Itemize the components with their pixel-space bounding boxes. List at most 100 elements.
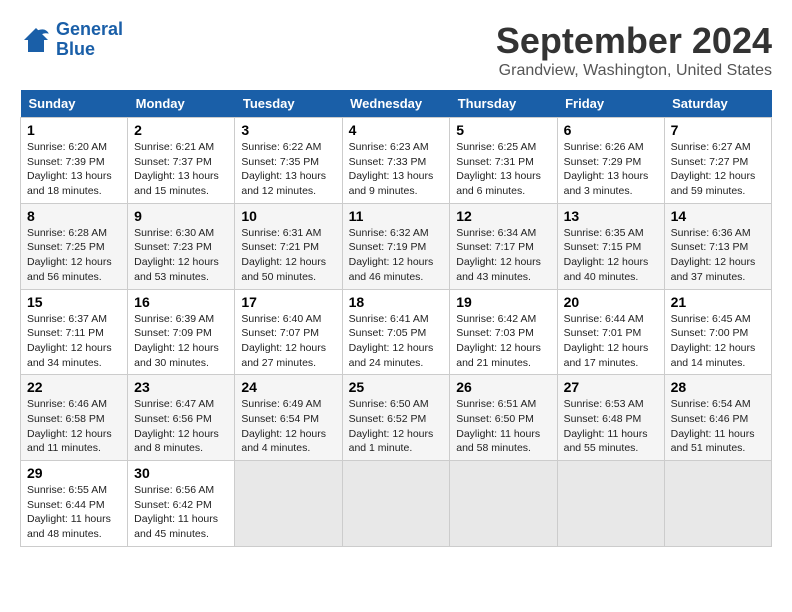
logo: General Blue — [20, 20, 123, 60]
calendar-cell — [450, 461, 557, 547]
calendar-cell: 7Sunrise: 6:27 AMSunset: 7:27 PMDaylight… — [664, 118, 771, 204]
column-header-friday: Friday — [557, 90, 664, 118]
calendar-cell: 6 Sunrise: 6:26 AMSunset: 7:29 PMDaylight… — [557, 118, 664, 204]
calendar-cell — [557, 461, 664, 547]
day-number: 30 — [134, 465, 228, 481]
calendar-cell: 19Sunrise: 6:42 AMSunset: 7:03 PMDayligh… — [450, 289, 557, 375]
day-info: Sunrise: 6:53 AMSunset: 6:48 PMDaylight:… — [564, 397, 658, 456]
day-number: 18 — [349, 294, 444, 310]
day-number: 25 — [349, 379, 444, 395]
column-header-thursday: Thursday — [450, 90, 557, 118]
calendar-cell: 14 Sunrise: 6:36 AMSunset: 7:13 PMDayligh… — [664, 203, 771, 289]
day-info: Sunrise: 6:26 AMSunset: 7:29 PMDaylight:… — [564, 140, 658, 199]
calendar-cell: 27 Sunrise: 6:53 AMSunset: 6:48 PMDayligh… — [557, 375, 664, 461]
calendar-header-row: SundayMondayTuesdayWednesdayThursdayFrid… — [21, 90, 772, 118]
calendar-cell: 26Sunrise: 6:51 AMSunset: 6:50 PMDayligh… — [450, 375, 557, 461]
day-info: Sunrise: 6:36 AMSunset: 7:13 PMDaylight:… — [671, 226, 765, 285]
day-number: 8 — [27, 208, 121, 224]
day-number: 24 — [241, 379, 335, 395]
day-number: 21 — [671, 294, 765, 310]
day-number: 20 — [564, 294, 658, 310]
day-info: Sunrise: 6:49 AMSunset: 6:54 PMDaylight:… — [241, 397, 335, 456]
day-number: 4 — [349, 122, 444, 138]
week-row-1: 1Sunrise: 6:20 AMSunset: 7:39 PMDaylight… — [21, 118, 772, 204]
day-info: Sunrise: 6:20 AMSunset: 7:39 PMDaylight:… — [27, 140, 121, 199]
logo-icon — [20, 24, 52, 56]
day-number: 27 — [564, 379, 658, 395]
day-info: Sunrise: 6:25 AMSunset: 7:31 PMDaylight:… — [456, 140, 550, 199]
month-title: September 2024 — [496, 20, 772, 62]
calendar-cell: 4 Sunrise: 6:23 AMSunset: 7:33 PMDaylight… — [342, 118, 450, 204]
calendar-cell: 18 Sunrise: 6:41 AMSunset: 7:05 PMDayligh… — [342, 289, 450, 375]
calendar-cell: 1Sunrise: 6:20 AMSunset: 7:39 PMDaylight… — [21, 118, 128, 204]
calendar-cell: 24 Sunrise: 6:49 AMSunset: 6:54 PMDayligh… — [235, 375, 342, 461]
logo-text: General Blue — [56, 20, 123, 60]
calendar-cell: 22 Sunrise: 6:46 AMSunset: 6:58 PMDayligh… — [21, 375, 128, 461]
calendar-cell: 9 Sunrise: 6:30 AMSunset: 7:23 PMDaylight… — [128, 203, 235, 289]
calendar-cell: 10 Sunrise: 6:31 AMSunset: 7:21 PMDayligh… — [235, 203, 342, 289]
calendar-cell: 20 Sunrise: 6:44 AMSunset: 7:01 PMDayligh… — [557, 289, 664, 375]
day-info: Sunrise: 6:41 AMSunset: 7:05 PMDaylight:… — [349, 312, 444, 371]
calendar-cell — [342, 461, 450, 547]
week-row-4: 22 Sunrise: 6:46 AMSunset: 6:58 PMDayligh… — [21, 375, 772, 461]
day-info: Sunrise: 6:47 AMSunset: 6:56 PMDaylight:… — [134, 397, 228, 456]
column-header-tuesday: Tuesday — [235, 90, 342, 118]
calendar-cell: 25 Sunrise: 6:50 AMSunset: 6:52 PMDayligh… — [342, 375, 450, 461]
day-info: Sunrise: 6:21 AMSunset: 7:37 PMDaylight:… — [134, 140, 228, 199]
day-number: 3 — [241, 122, 335, 138]
calendar-table: SundayMondayTuesdayWednesdayThursdayFrid… — [20, 90, 772, 547]
calendar-body: 1Sunrise: 6:20 AMSunset: 7:39 PMDaylight… — [21, 118, 772, 547]
page-header: General Blue September 2024 Grandview, W… — [20, 20, 772, 80]
calendar-cell: 12 Sunrise: 6:34 AMSunset: 7:17 PMDayligh… — [450, 203, 557, 289]
day-info: Sunrise: 6:32 AMSunset: 7:19 PMDaylight:… — [349, 226, 444, 285]
column-header-wednesday: Wednesday — [342, 90, 450, 118]
week-row-5: 29Sunrise: 6:55 AMSunset: 6:44 PMDayligh… — [21, 461, 772, 547]
day-info: Sunrise: 6:55 AMSunset: 6:44 PMDaylight:… — [27, 483, 121, 542]
calendar-cell: 16 Sunrise: 6:39 AMSunset: 7:09 PMDayligh… — [128, 289, 235, 375]
day-info: Sunrise: 6:28 AMSunset: 7:25 PMDaylight:… — [27, 226, 121, 285]
day-number: 14 — [671, 208, 765, 224]
day-info: Sunrise: 6:45 AMSunset: 7:00 PMDaylight:… — [671, 312, 765, 371]
calendar-cell: 21 Sunrise: 6:45 AMSunset: 7:00 PMDayligh… — [664, 289, 771, 375]
day-info: Sunrise: 6:39 AMSunset: 7:09 PMDaylight:… — [134, 312, 228, 371]
calendar-cell: 3 Sunrise: 6:22 AMSunset: 7:35 PMDaylight… — [235, 118, 342, 204]
calendar-cell: 28 Sunrise: 6:54 AMSunset: 6:46 PMDayligh… — [664, 375, 771, 461]
calendar-cell: 23 Sunrise: 6:47 AMSunset: 6:56 PMDayligh… — [128, 375, 235, 461]
column-header-monday: Monday — [128, 90, 235, 118]
day-number: 15 — [27, 294, 121, 310]
day-number: 17 — [241, 294, 335, 310]
day-number: 5 — [456, 122, 550, 138]
day-info: Sunrise: 6:42 AMSunset: 7:03 PMDaylight:… — [456, 312, 550, 371]
calendar-cell: 30Sunrise: 6:56 AMSunset: 6:42 PMDayligh… — [128, 461, 235, 547]
calendar-cell — [235, 461, 342, 547]
day-number: 10 — [241, 208, 335, 224]
day-info: Sunrise: 6:30 AMSunset: 7:23 PMDaylight:… — [134, 226, 228, 285]
day-number: 16 — [134, 294, 228, 310]
day-info: Sunrise: 6:44 AMSunset: 7:01 PMDaylight:… — [564, 312, 658, 371]
calendar-cell: 29Sunrise: 6:55 AMSunset: 6:44 PMDayligh… — [21, 461, 128, 547]
day-info: Sunrise: 6:50 AMSunset: 6:52 PMDaylight:… — [349, 397, 444, 456]
title-block: September 2024 Grandview, Washington, Un… — [496, 20, 772, 80]
day-info: Sunrise: 6:31 AMSunset: 7:21 PMDaylight:… — [241, 226, 335, 285]
day-info: Sunrise: 6:54 AMSunset: 6:46 PMDaylight:… — [671, 397, 765, 456]
day-info: Sunrise: 6:22 AMSunset: 7:35 PMDaylight:… — [241, 140, 335, 199]
day-number: 23 — [134, 379, 228, 395]
day-info: Sunrise: 6:46 AMSunset: 6:58 PMDaylight:… — [27, 397, 121, 456]
day-info: Sunrise: 6:23 AMSunset: 7:33 PMDaylight:… — [349, 140, 444, 199]
day-number: 9 — [134, 208, 228, 224]
day-number: 22 — [27, 379, 121, 395]
day-info: Sunrise: 6:51 AMSunset: 6:50 PMDaylight:… — [456, 397, 550, 456]
day-number: 2 — [134, 122, 228, 138]
calendar-cell: 17Sunrise: 6:40 AMSunset: 7:07 PMDayligh… — [235, 289, 342, 375]
day-number: 28 — [671, 379, 765, 395]
day-number: 13 — [564, 208, 658, 224]
calendar-cell: 13Sunrise: 6:35 AMSunset: 7:15 PMDayligh… — [557, 203, 664, 289]
week-row-3: 15Sunrise: 6:37 AMSunset: 7:11 PMDayligh… — [21, 289, 772, 375]
column-header-saturday: Saturday — [664, 90, 771, 118]
calendar-cell: 15Sunrise: 6:37 AMSunset: 7:11 PMDayligh… — [21, 289, 128, 375]
day-number: 11 — [349, 208, 444, 224]
day-number: 7 — [671, 122, 765, 138]
day-info: Sunrise: 6:34 AMSunset: 7:17 PMDaylight:… — [456, 226, 550, 285]
day-number: 12 — [456, 208, 550, 224]
day-number: 6 — [564, 122, 658, 138]
